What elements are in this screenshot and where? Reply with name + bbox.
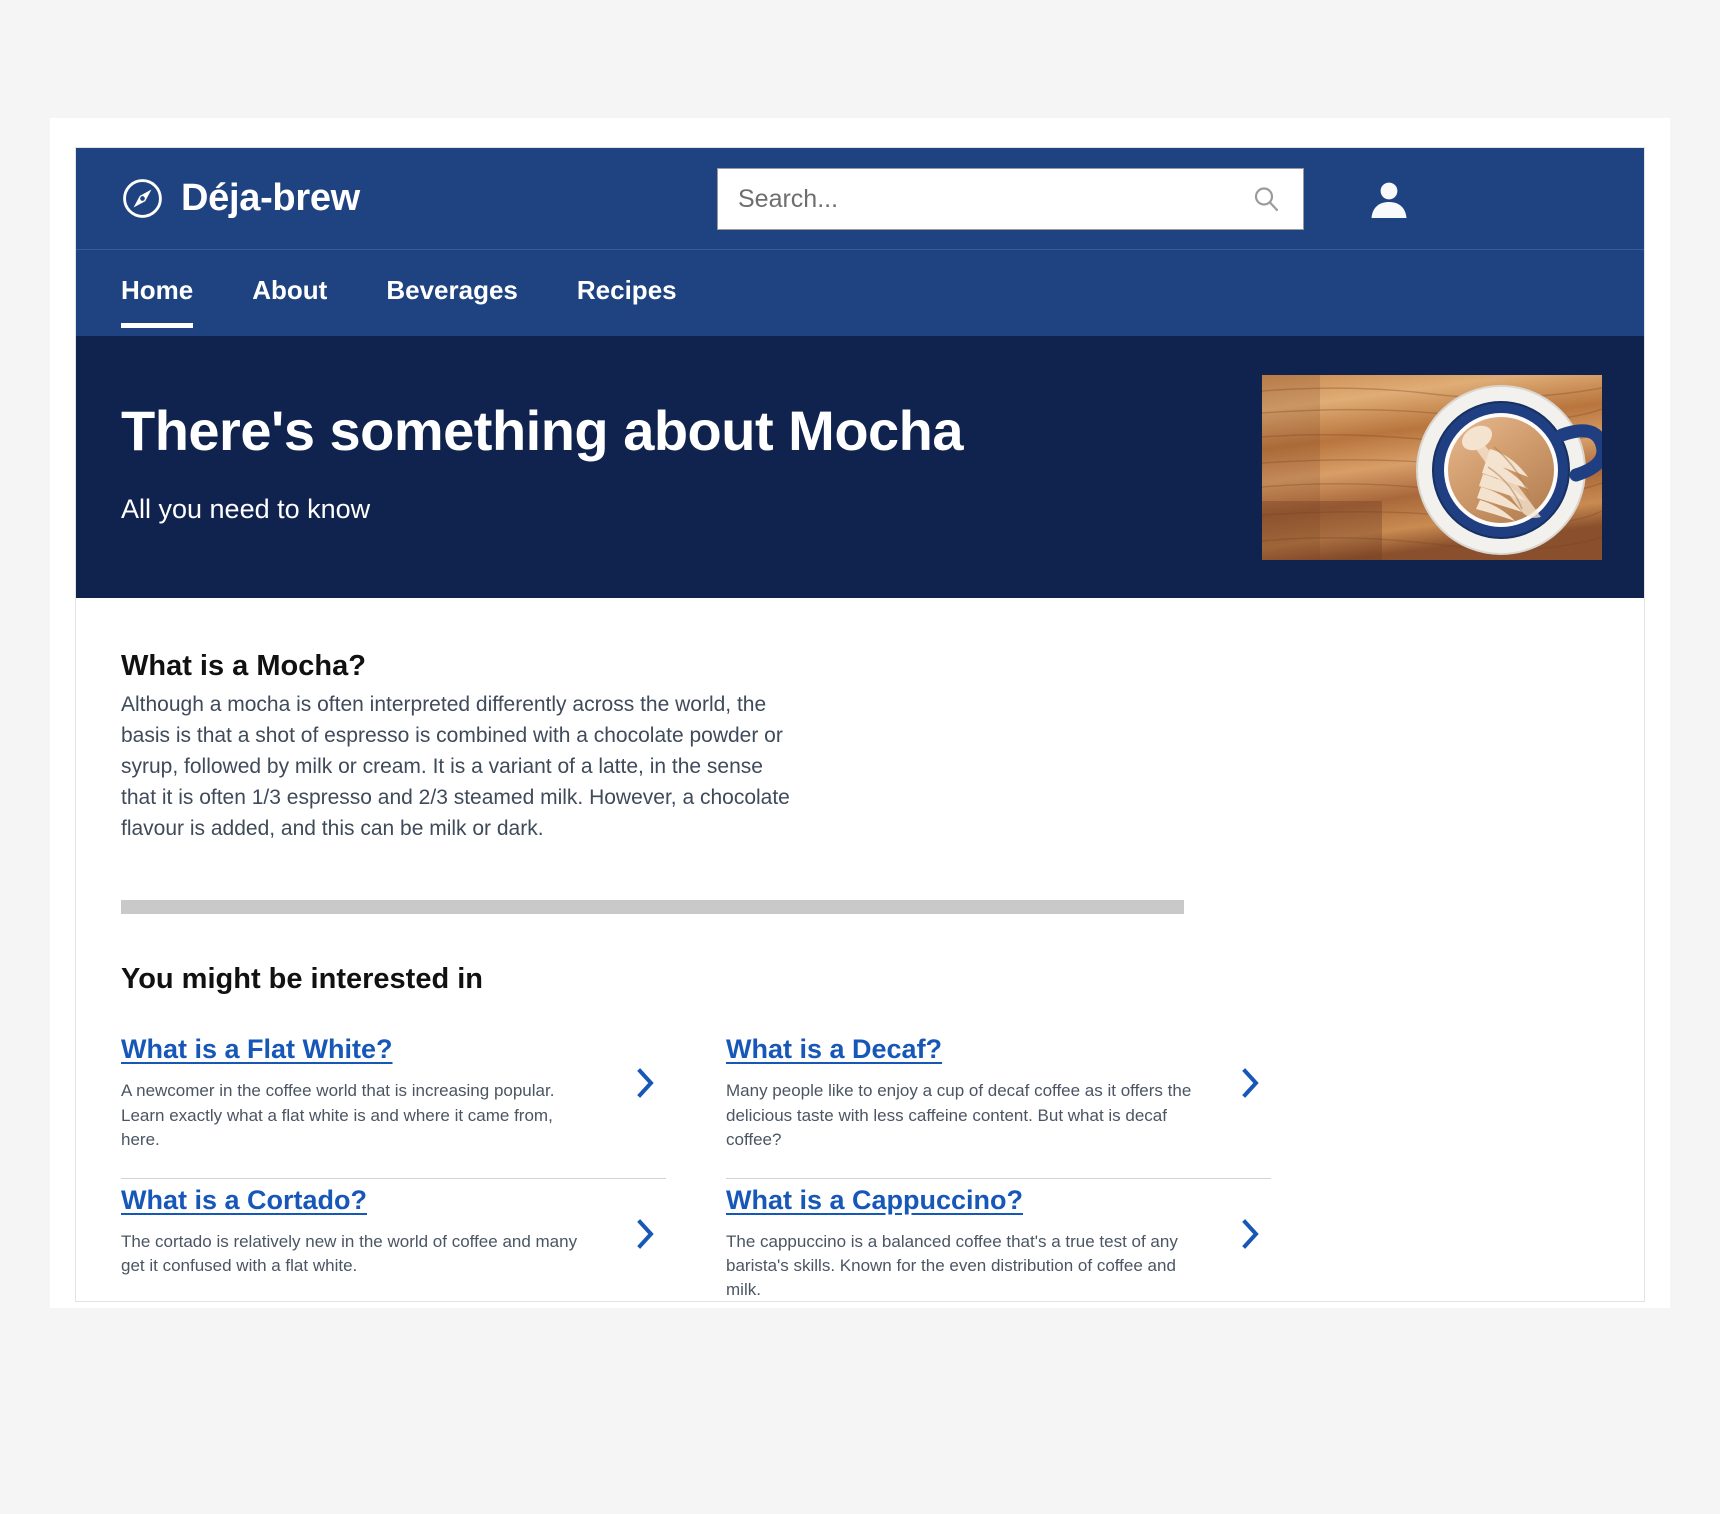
brand-name: Déja-brew [181,177,360,219]
nav-item-label: About [252,274,328,305]
nav-item-beverages[interactable]: Beverages [386,250,518,336]
brand-logo[interactable]: Déja-brew [121,177,360,220]
main-navigation: Home About Beverages Recipes [76,249,1644,336]
related-card-description: The cortado is relatively new in the wor… [121,1231,578,1275]
page-card: Déja-brew Home [50,118,1670,1308]
nav-item-home[interactable]: Home [121,250,194,336]
related-card-title[interactable]: What is a Decaf? [726,1034,942,1065]
hero-banner: There's something about Mocha All you ne… [76,336,1644,598]
hero-image [1262,375,1602,560]
related-card-description: Many people like to enjoy a cup of decaf… [726,1081,1192,1149]
page-title: There's something about Mocha [121,399,964,462]
related-card-title[interactable]: What is a Cortado? [121,1185,367,1216]
site-viewport: Déja-brew Home [75,147,1645,1302]
compass-icon [121,177,164,220]
related-card-title[interactable]: What is a Flat White? [121,1034,393,1065]
related-card-title[interactable]: What is a Cappuccino? [726,1185,1023,1216]
related-card-cappuccino[interactable]: What is a Cappuccino? The cappuccino is … [726,1179,1271,1301]
site-header: Déja-brew [76,148,1644,249]
article-paragraph: Although a mocha is often interpreted di… [121,693,790,841]
page-subtitle: All you need to know [121,494,371,524]
chevron-right-icon[interactable] [634,1217,656,1251]
related-card-cortado[interactable]: What is a Cortado? The cortado is relati… [121,1179,666,1301]
nav-item-label: Recipes [576,274,677,305]
person-icon [1371,182,1407,218]
related-card-description: A newcomer in the coffee world that is i… [121,1081,555,1149]
content-placeholder-bar [121,900,1184,915]
search-icon[interactable] [1251,184,1281,214]
chevron-right-icon[interactable] [634,1066,656,1100]
nav-item-recipes[interactable]: Recipes [577,250,677,336]
article-content: What is a Mocha? Although a mocha is oft… [76,598,1644,1301]
related-card-flat-white[interactable]: What is a Flat White? A newcomer in the … [121,1028,666,1179]
search-bar[interactable] [717,168,1304,230]
related-heading: You might be interested in [121,963,483,996]
chevron-right-icon[interactable] [1239,1217,1261,1251]
account-button[interactable] [1366,176,1412,222]
article-heading: What is a Mocha? [121,650,366,682]
chevron-right-icon[interactable] [1239,1066,1261,1100]
search-input[interactable] [736,178,1251,220]
related-card-description: The cappuccino is a balanced coffee that… [726,1231,1178,1300]
related-links-grid: What is a Flat White? A newcomer in the … [121,1028,1599,1301]
related-card-decaf[interactable]: What is a Decaf? Many people like to enj… [726,1028,1271,1179]
nav-item-label: Home [121,274,194,305]
nav-item-label: Beverages [386,274,518,305]
nav-item-about[interactable]: About [252,250,327,336]
